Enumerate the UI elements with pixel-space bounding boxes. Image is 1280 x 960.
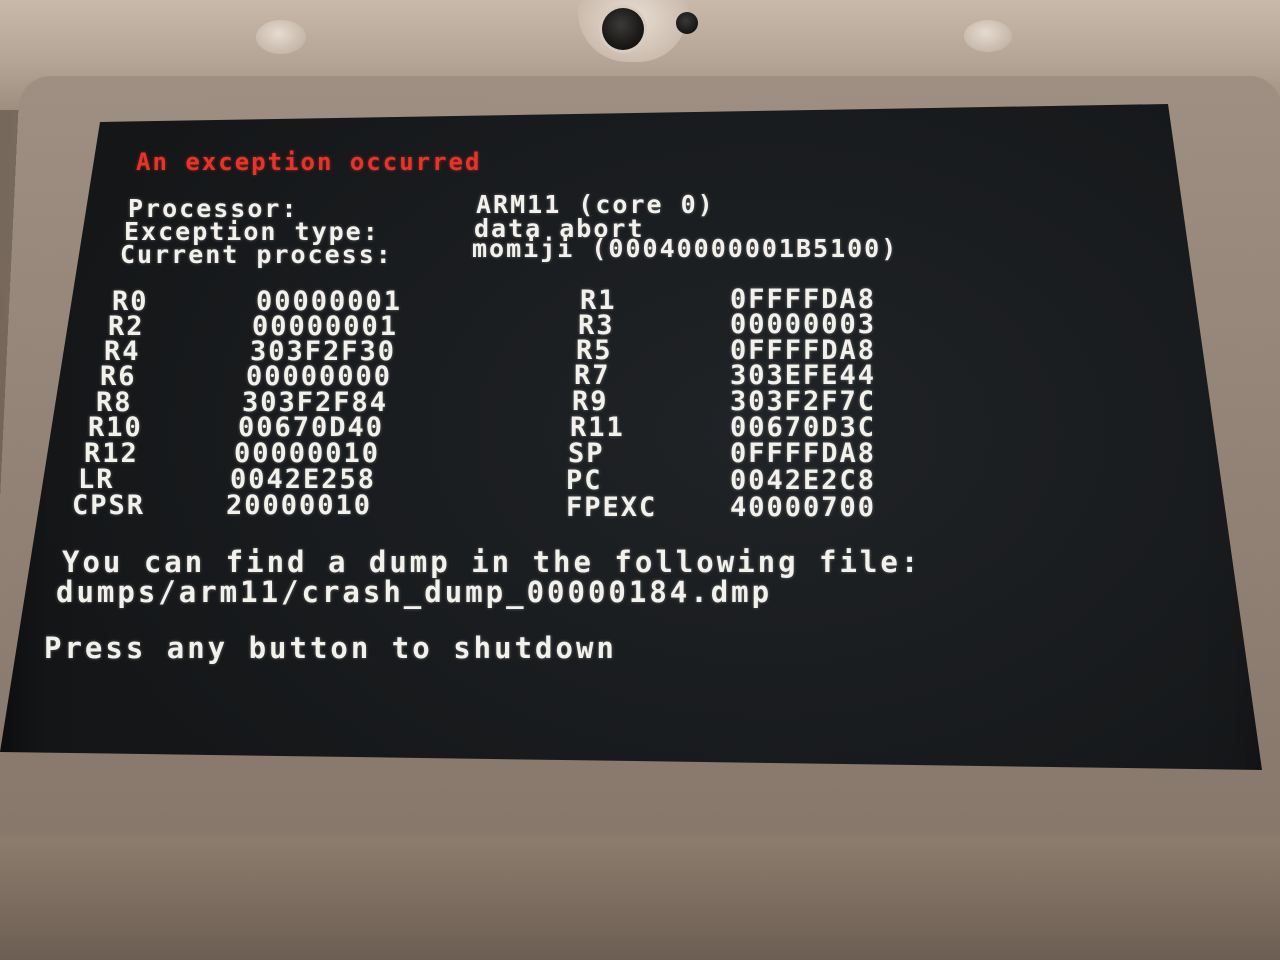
- register-name: LR: [78, 464, 115, 495]
- hinge-screw-right: [964, 20, 1012, 52]
- register-name: R12: [84, 438, 139, 469]
- register-name: SP: [568, 438, 605, 469]
- hinge-screw-left: [256, 20, 306, 54]
- register-value: 0042E258: [230, 464, 377, 495]
- current-process-label: Current process:: [120, 240, 393, 269]
- photo-scene: An exception occurred Processor: ARM11 (…: [0, 0, 1280, 960]
- register-value: 00000010: [234, 438, 381, 469]
- register-value: 0042E2C8: [730, 465, 877, 496]
- register-value: 303F2F7C: [730, 386, 877, 417]
- register-value: 20000010: [226, 490, 373, 521]
- register-name: R7: [574, 360, 611, 391]
- dump-message: You can find a dump in the following fil…: [62, 545, 922, 579]
- dump-file-path: dumps/arm11/crash_dump_00000184.dmp: [56, 575, 773, 609]
- register-value: 40000700: [730, 492, 877, 523]
- register-value: 0FFFFDA8: [730, 438, 877, 469]
- register-name: R11: [570, 412, 625, 443]
- register-value: 00670D40: [238, 412, 385, 443]
- register-value: 00000003: [730, 309, 877, 340]
- register-name: R10: [88, 412, 143, 443]
- register-value: 00670D3C: [730, 412, 877, 443]
- register-value: 303EFE44: [730, 360, 877, 391]
- register-name: PC: [566, 465, 603, 496]
- register-name: CPSR: [72, 490, 146, 521]
- shutdown-prompt: Press any button to shutdown: [44, 631, 617, 665]
- register-name: R6: [100, 361, 137, 392]
- current-process-value: momiji (00040000001B5100): [472, 234, 899, 263]
- register-name: R9: [572, 386, 609, 417]
- register-name: FPEXC: [566, 492, 658, 523]
- camera-lens-icon: [602, 8, 644, 50]
- exception-title: An exception occurred: [136, 148, 482, 176]
- light-sensor-icon: [676, 12, 698, 34]
- register-value: 00000000: [246, 361, 393, 392]
